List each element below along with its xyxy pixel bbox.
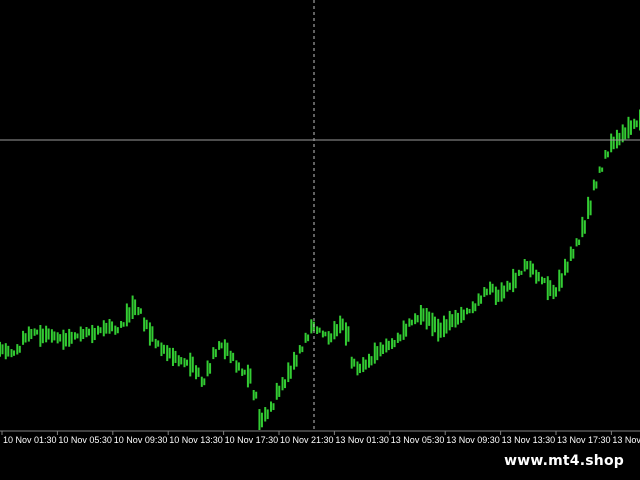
x-tick-label: 10 Nov 05:30 xyxy=(58,435,112,445)
x-tick-label: 10 Nov 13:30 xyxy=(169,435,223,445)
x-tick-label: 13 Nov 01:30 xyxy=(335,435,389,445)
chart-canvas[interactable]: 10 Nov 01:30 10 Nov 05:30 10 Nov 09:30 10 N… xyxy=(0,0,640,480)
site-watermark: www.mt4.shop xyxy=(494,450,634,472)
x-tick-label: 10 Nov 17:30 xyxy=(225,435,279,445)
x-tick-label: 13 Nov 21:30 xyxy=(612,435,640,445)
price-chart[interactable]: 10 Nov 01:30 10 Nov 05:30 10 Nov 09:30 10 N… xyxy=(0,0,640,480)
x-tick-label: 13 Nov 17:30 xyxy=(557,435,611,445)
x-tick-label: 13 Nov 05:30 xyxy=(391,435,445,445)
x-tick-label: 10 Nov 21:30 xyxy=(280,435,334,445)
x-tick-label: 13 Nov 13:30 xyxy=(502,435,556,445)
x-tick-label: 13 Nov 09:30 xyxy=(446,435,500,445)
candle-bars xyxy=(0,109,640,430)
x-tick-label: 10 Nov 01:30 xyxy=(3,435,57,445)
x-tick-label: 10 Nov 09:30 xyxy=(114,435,168,445)
time-axis-ticks: 10 Nov 01:30 10 Nov 05:30 10 Nov 09:30 10 N… xyxy=(1,431,640,445)
